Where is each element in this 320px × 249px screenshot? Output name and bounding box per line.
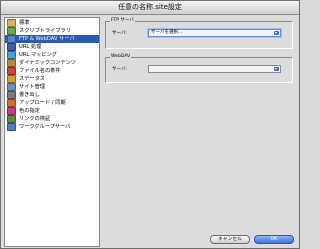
site-settings-window: 任意の名称.site設定 標準スクリプトライブラリ FTP & WebDAV サー… [0,0,300,249]
export-icon [7,91,16,99]
sidebar-item[interactable]: ダイナミックコンテンツ [5,59,99,67]
sidebar-item-label: 書き出し [19,92,40,98]
webdav-server-label: サーバ: [112,67,127,72]
webdav-group: WebDAV サーバ: [105,54,293,83]
status-icon [7,75,16,83]
sidebar-item[interactable]: FTP & WebDAV サーバ [5,35,99,43]
folder-icon [7,19,16,27]
sidebar-item-label: ワークグループサーバ [19,124,71,130]
sidebar-item-label: 標準 [19,20,30,26]
dialog-button-bar: キャンセル OK [1,232,299,248]
server-icon [7,35,16,43]
workgroup-icon [7,123,16,131]
sidebar-item[interactable]: 標準 [5,19,99,27]
sidebar-item-label: ダイナミックコンテンツ [19,60,76,66]
title-bar[interactable]: 任意の名称.site設定 [1,1,299,15]
sidebar-item[interactable]: リンクの検証 [5,115,99,123]
sidebar-item-label: ファイル名の条件 [19,68,61,74]
sidebar-item[interactable]: URL マッピング [5,51,99,59]
webdav-server-select[interactable] [148,65,281,73]
sidebar-item[interactable]: サイト管理 [5,83,99,91]
sidebar-item[interactable]: アップロード / 同期 [5,99,99,107]
sidebar-item-label: 色の指定 [19,108,40,114]
script-library-icon [7,27,16,35]
sidebar-item[interactable]: ステータス [5,75,99,83]
color-icon [7,107,16,115]
ftp-group-legend: FTP サーバ [110,18,135,24]
link-check-icon [7,115,16,123]
window-title: 任意の名称.site設定 [118,3,182,11]
sidebar-item[interactable]: 色の指定 [5,107,99,115]
sidebar-item[interactable]: スクリプトライブラリ [5,27,99,35]
site-icon [7,83,16,91]
sidebar-item-label: FTP & WebDAV サーバ [19,36,75,42]
webdav-group-legend: WebDAV [110,54,132,60]
sidebar-item[interactable]: URL 処理 [5,43,99,51]
upload-icon [7,99,16,107]
cancel-button[interactable]: キャンセル [210,235,250,244]
gear-icon [7,59,16,67]
ftp-server-label: サーバ: [112,31,127,36]
chevron-down-icon [274,31,279,35]
sidebar-item-label: リンクの検証 [19,116,51,122]
chevron-down-icon [274,67,279,71]
sidebar-item-label: アップロード / 同期 [19,100,66,106]
sidebar-item-label: サイト管理 [19,84,45,90]
file-filter-icon [7,67,16,75]
category-list: 標準スクリプトライブラリ FTP & WebDAV サーバ URL 処理 URL マッ… [4,17,100,247]
ftp-server-group: FTP サーバ サーバ: サーバを選択... [105,18,293,49]
sidebar-item-label: スクリプトライブラリ [19,28,71,34]
ftp-server-select[interactable]: サーバを選択... [148,29,281,37]
sidebar-item-label: URL 処理 [19,44,42,50]
sidebar-item[interactable]: ワークグループサーバ [5,123,99,131]
sidebar-item-label: URL マッピング [19,52,57,58]
url-icon [7,43,16,51]
sidebar-item-label: ステータス [19,76,45,82]
ok-button[interactable]: OK [254,235,294,244]
ftp-server-select-value: サーバを選択... [151,30,183,35]
sidebar-item[interactable]: 書き出し [5,91,99,99]
settings-pane: FTP サーバ サーバ: サーバを選択... WebDAV サーバ: [103,17,297,230]
sidebar-item[interactable]: ファイル名の条件 [5,67,99,75]
url-mapping-icon [7,51,16,59]
